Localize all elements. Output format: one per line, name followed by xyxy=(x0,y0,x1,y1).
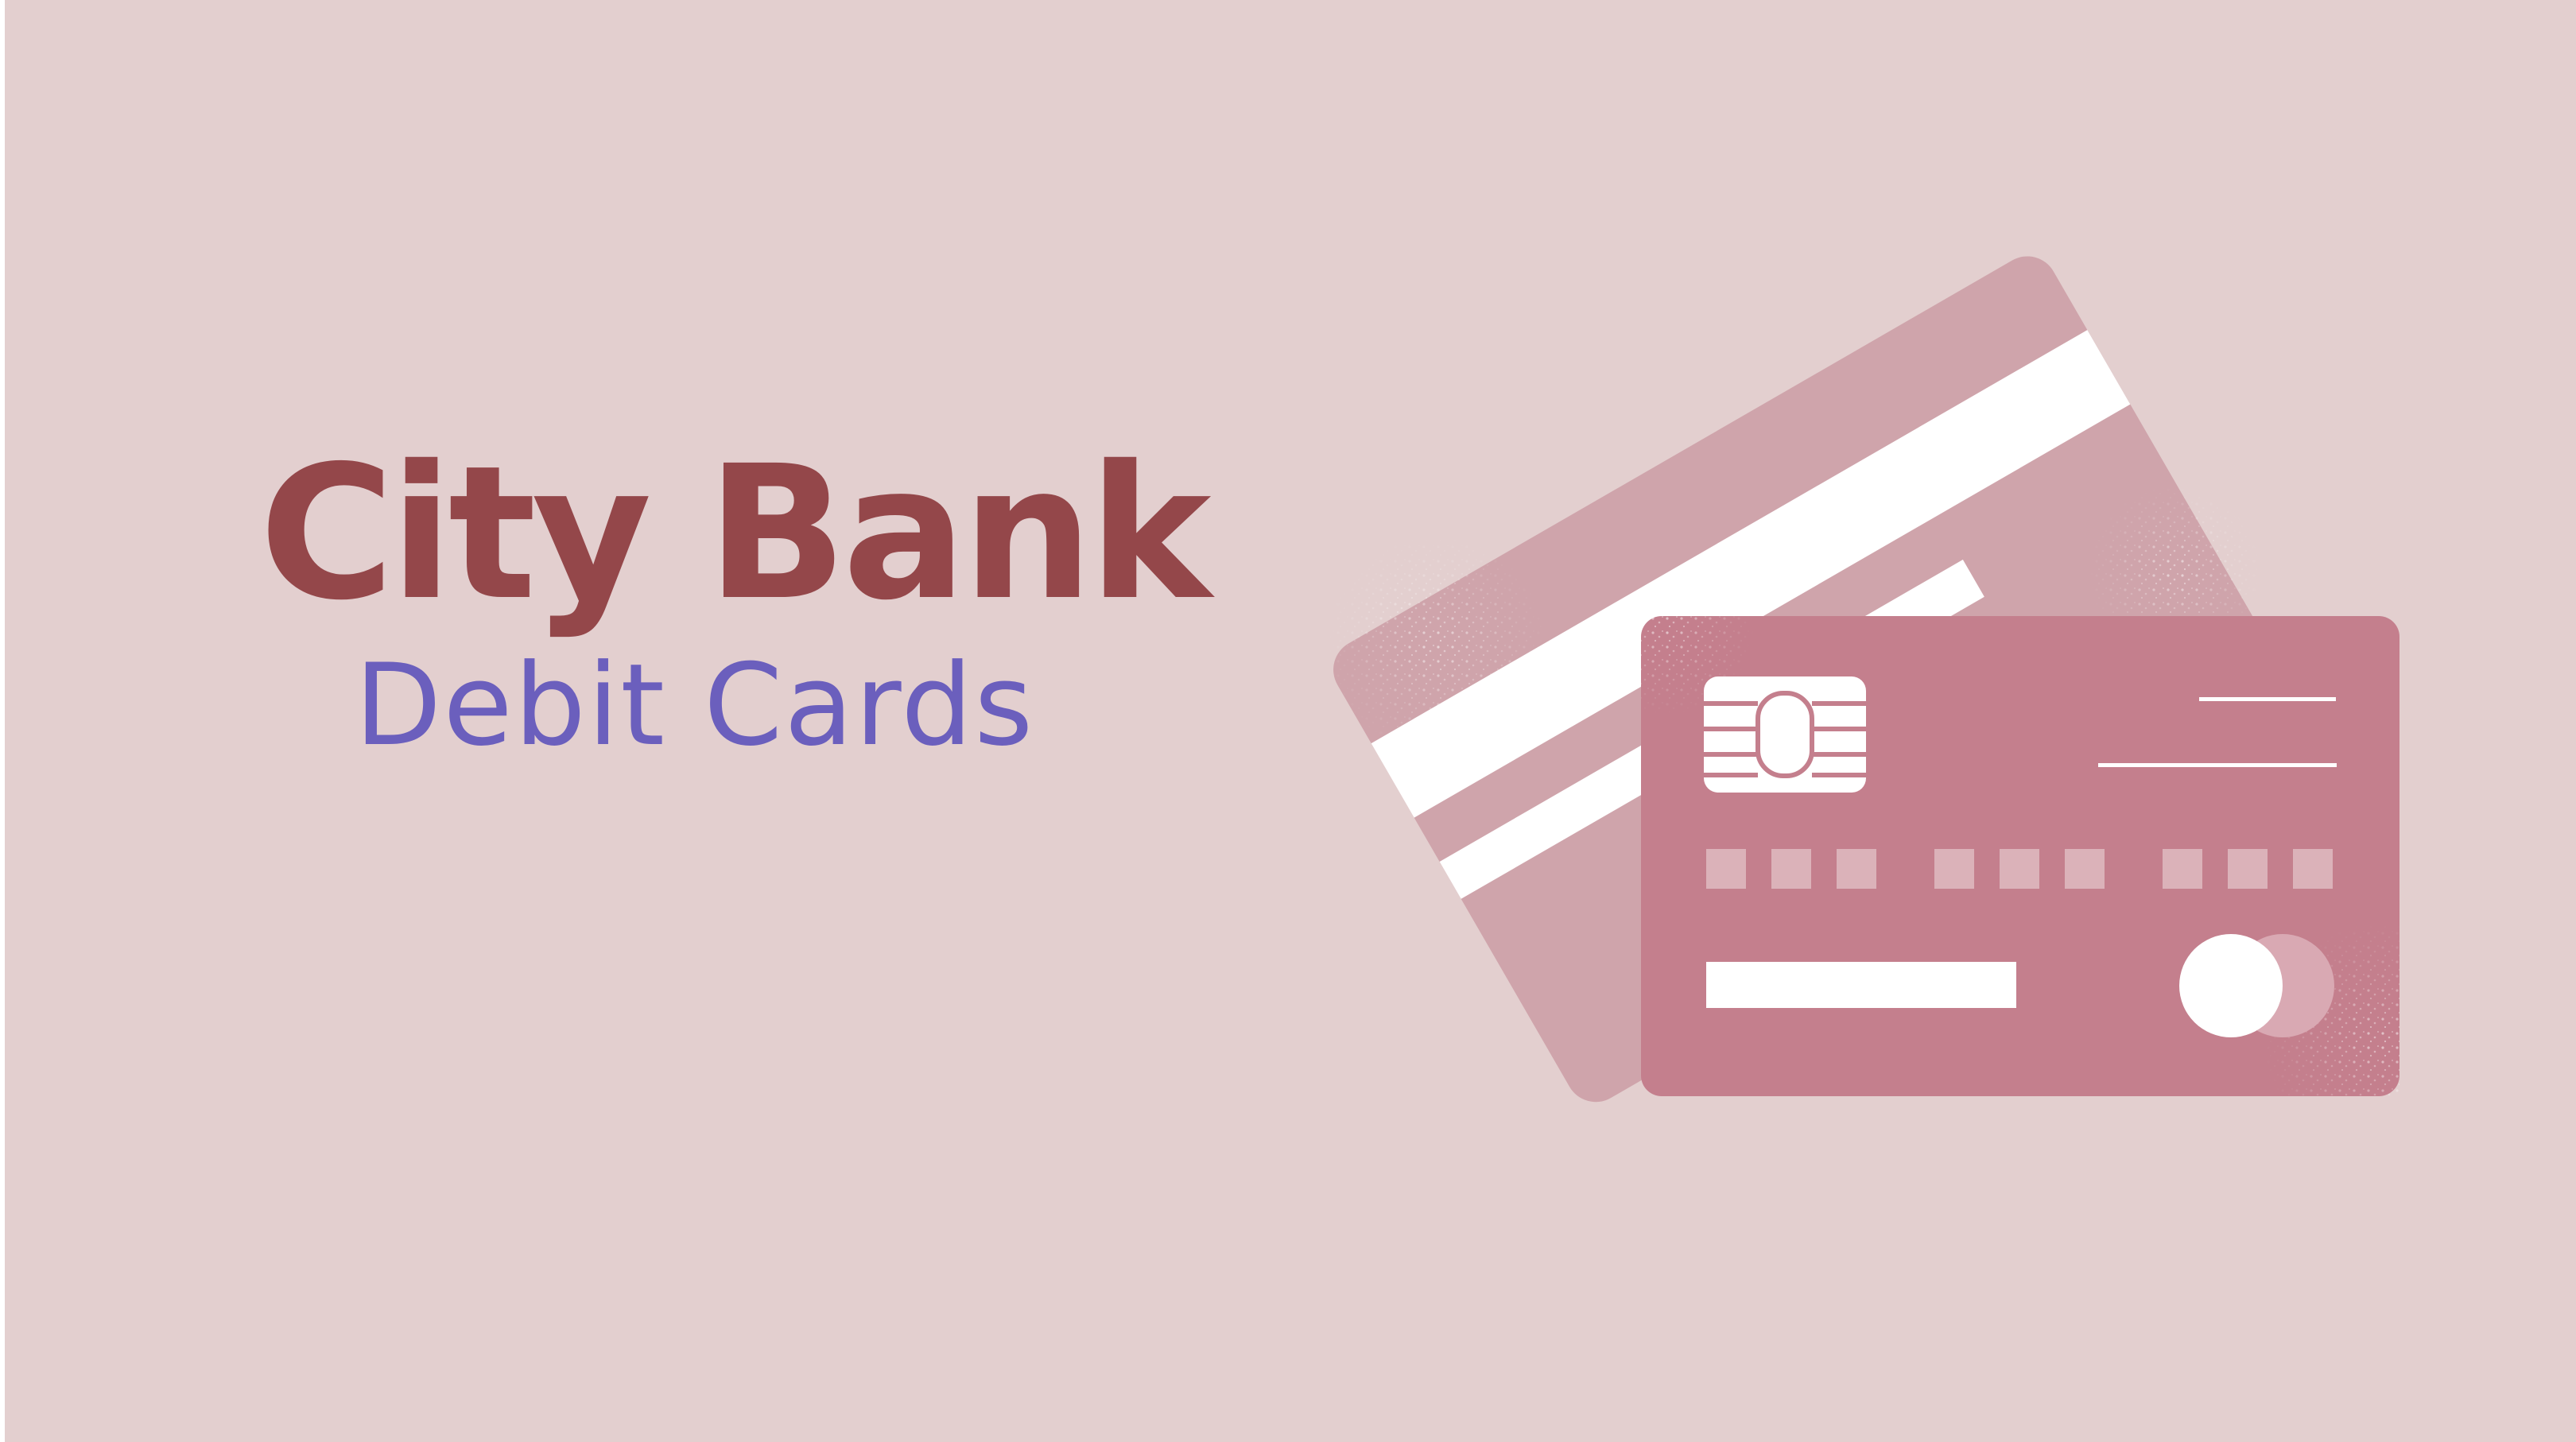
promo-banner: City Bank Debit Cards xyxy=(5,0,2576,1442)
credit-card-pair-icon xyxy=(1317,256,2399,1103)
front-card xyxy=(1641,616,2399,1096)
chip-icon xyxy=(1704,676,1866,793)
